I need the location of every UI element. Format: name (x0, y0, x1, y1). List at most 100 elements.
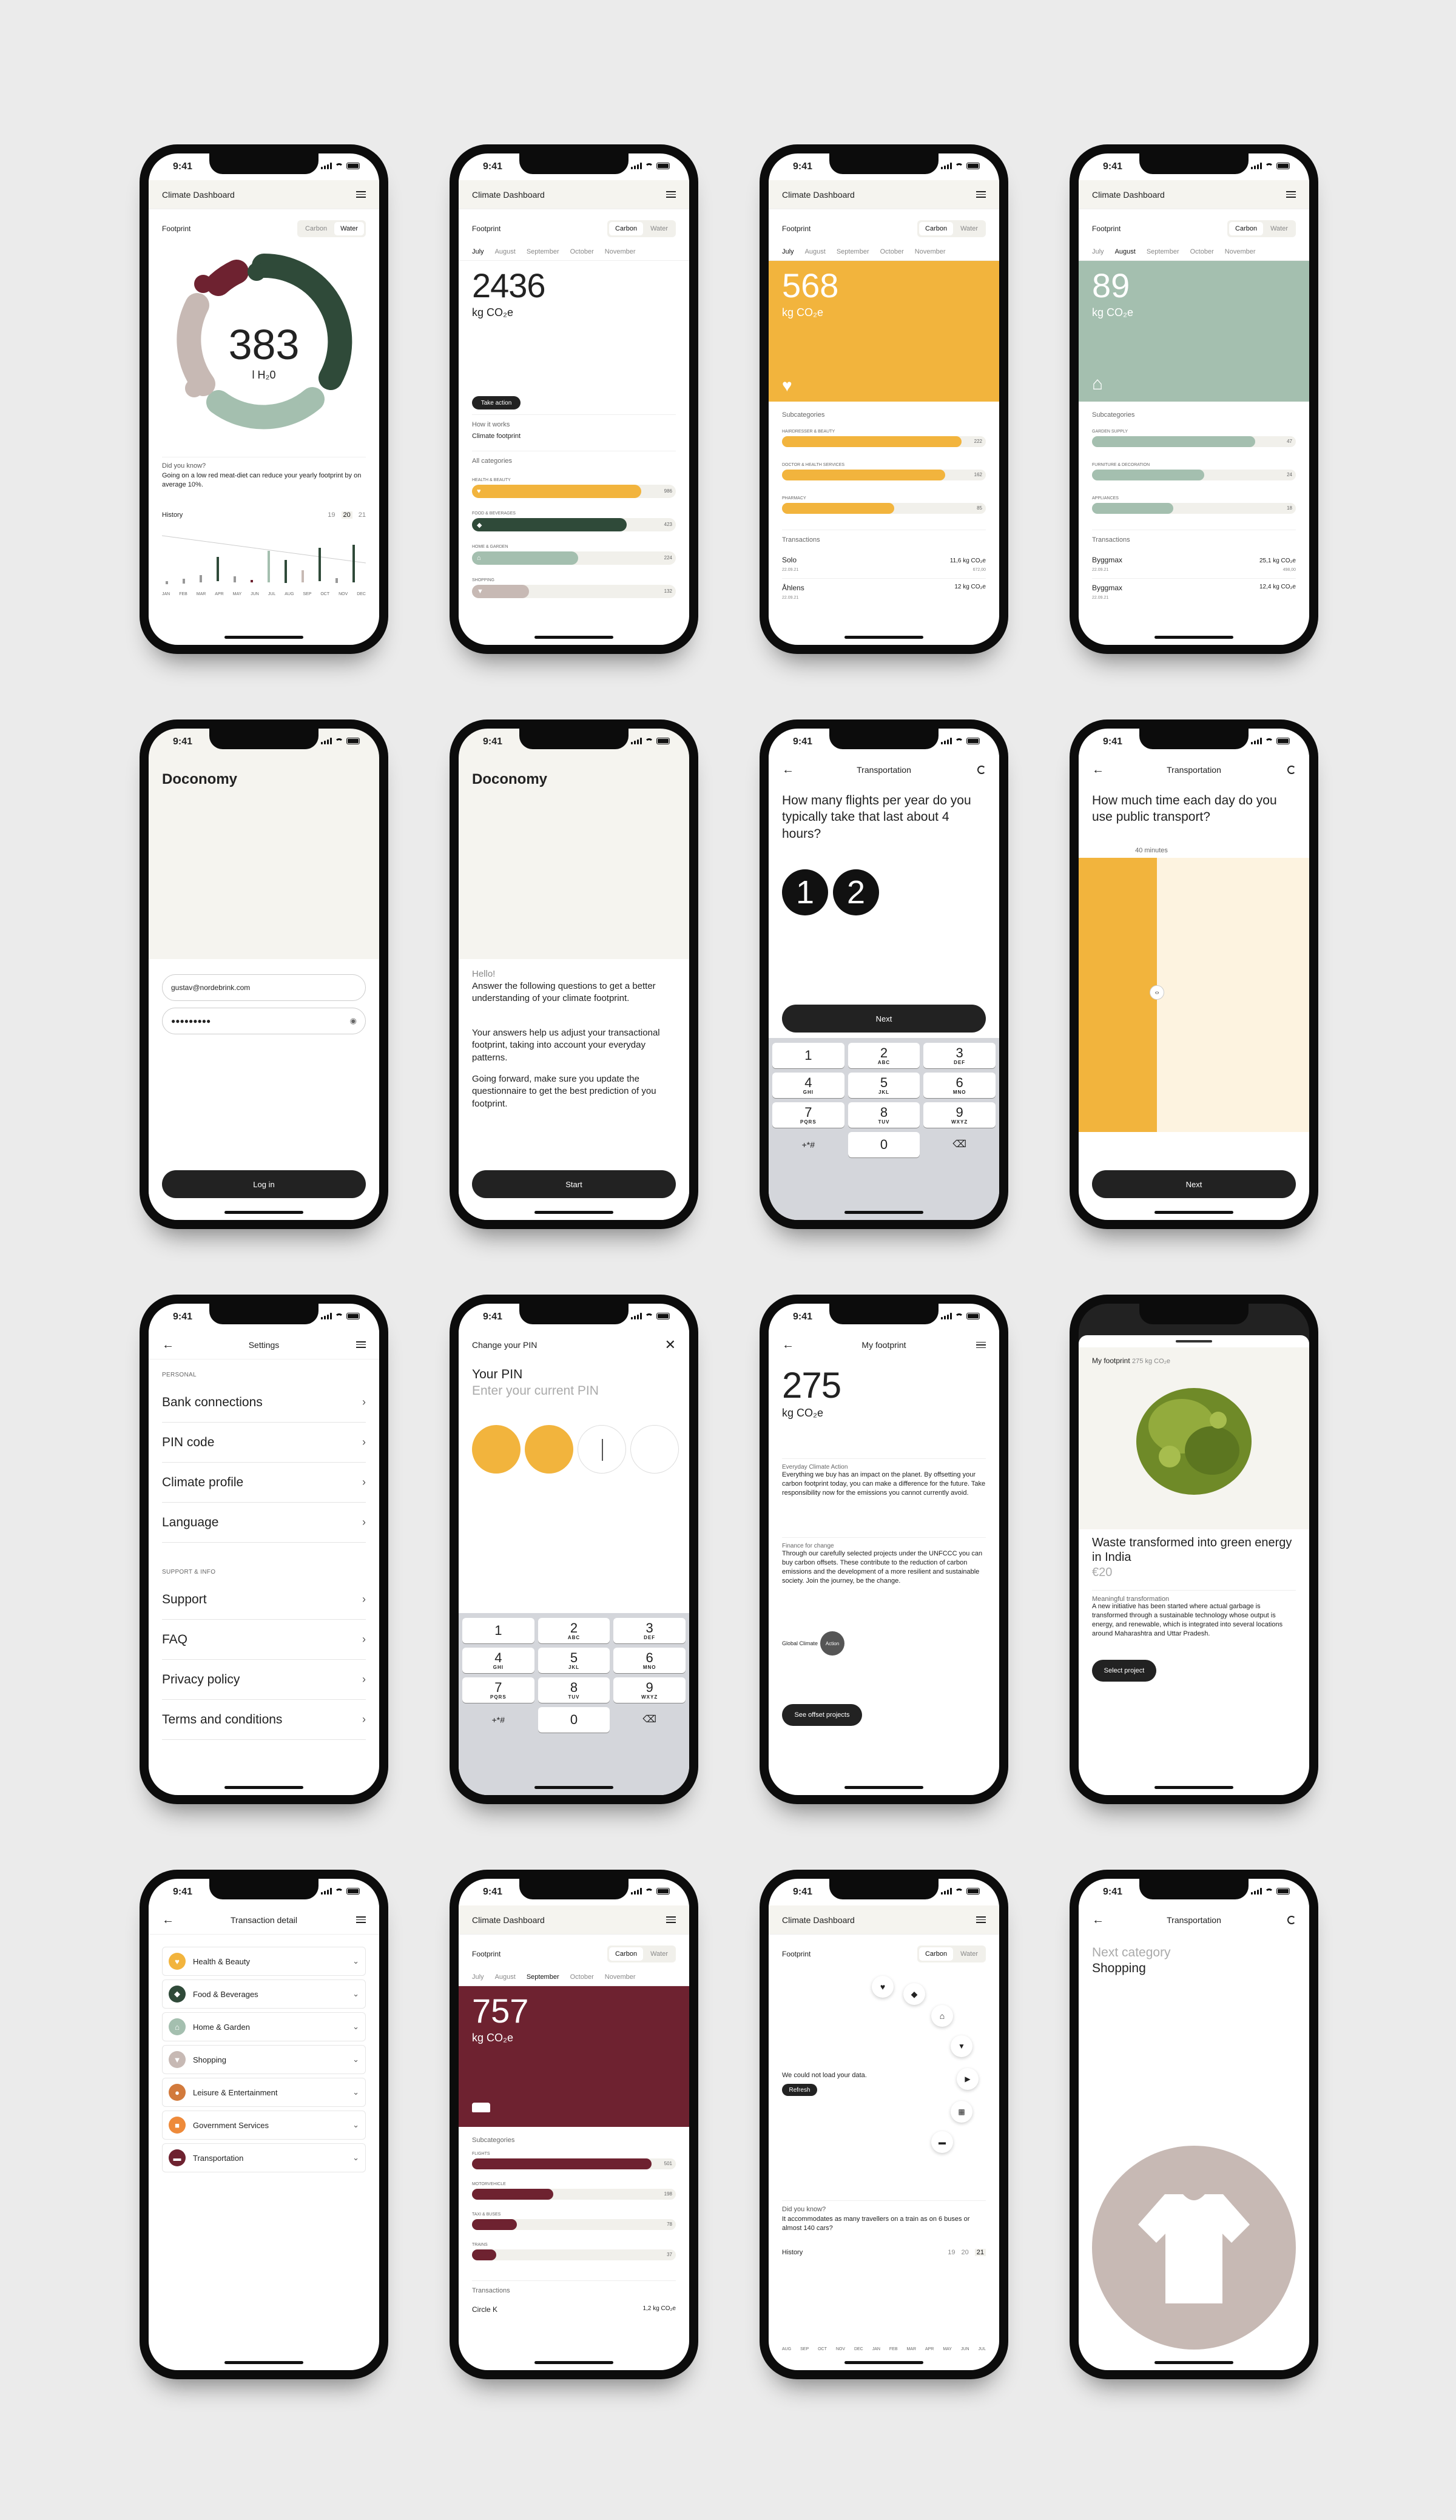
slider-handle-icon[interactable]: ‹› (1150, 985, 1165, 1000)
menu-icon[interactable] (976, 1916, 986, 1923)
key-7[interactable]: 7 PQRS (462, 1677, 534, 1703)
water-tab[interactable]: Water (644, 1947, 674, 1961)
key-3[interactable]: 3 DEF (923, 1043, 996, 1068)
water-tab[interactable]: Water (954, 222, 984, 235)
tab-october[interactable]: October (1190, 248, 1214, 255)
next-button[interactable]: Next (782, 1005, 986, 1033)
subcategory-bar[interactable]: TRAINS 37 (472, 2243, 676, 2260)
key-4[interactable]: 4 GHI (462, 1648, 534, 1673)
subcategory-bar[interactable]: GARDEN SUPPLY 47 (1092, 430, 1296, 447)
sheet-grabber[interactable] (1176, 1340, 1212, 1343)
key-1[interactable]: 1 (462, 1618, 534, 1643)
carbon-water-toggle[interactable]: Carbon Water (917, 1946, 986, 1962)
settings-item-privacy[interactable]: Privacy policy › (162, 1660, 366, 1700)
login-button[interactable]: Log in (162, 1170, 366, 1198)
select-project-button[interactable]: Select project (1092, 1660, 1156, 1682)
key-6[interactable]: 6 MNO (613, 1648, 686, 1673)
settings-item-profile[interactable]: Climate profile › (162, 1463, 366, 1503)
category-bar[interactable]: HEALTH & BEAUTY ♥ 986 (472, 478, 676, 498)
carbon-tab[interactable]: Carbon (918, 222, 954, 235)
subcategory-bar[interactable]: FLIGHTS 501 (472, 2152, 676, 2169)
tab-november[interactable]: November (1225, 248, 1256, 255)
key-4[interactable]: 4 GHI (772, 1073, 844, 1098)
category-row[interactable]: ◆ Food & Beverages ⌄ (162, 1979, 366, 2009)
key-symbols[interactable]: +*# (772, 1132, 844, 1157)
water-tab[interactable]: Water (334, 222, 364, 235)
category-row[interactable]: ♥ Health & Beauty ⌄ (162, 1947, 366, 1976)
tab-august[interactable]: August (805, 248, 826, 255)
category-row[interactable]: ■ Government Services ⌄ (162, 2111, 366, 2140)
category-bar[interactable]: SHOPPING ▼ 132 (472, 578, 676, 598)
settings-item-faq[interactable]: FAQ › (162, 1620, 366, 1660)
key-5[interactable]: 5 JKL (848, 1073, 920, 1098)
category-row[interactable]: ▼ Shopping ⌄ (162, 2045, 366, 2074)
year-19[interactable]: 19 (948, 2249, 955, 2256)
tab-october[interactable]: October (570, 1973, 594, 1981)
key-8[interactable]: 8 TUV (848, 1102, 920, 1128)
carbon-water-toggle[interactable]: Carbon Water (607, 220, 676, 237)
category-row[interactable]: ● Leisure & Entertainment ⌄ (162, 2078, 366, 2107)
carbon-water-toggle[interactable]: Carbon Water (917, 220, 986, 237)
key-5[interactable]: 5 JKL (538, 1648, 610, 1673)
key-8[interactable]: 8 TUV (538, 1677, 610, 1703)
tab-september[interactable]: September (527, 248, 559, 255)
email-field[interactable]: gustav@nordebrink.com (162, 974, 366, 1001)
see-offset-projects-button[interactable]: See offset projects (782, 1704, 862, 1726)
transaction-row[interactable]: Byggmax 22.09.21 12,4 kg CO₂e (1092, 578, 1296, 601)
transaction-row[interactable]: Solo 22.09.21 11,6 kg CO₂e 672,00 (782, 551, 986, 573)
key-3[interactable]: 3 DEF (613, 1618, 686, 1643)
time-slider[interactable]: ‹› (1079, 858, 1309, 1132)
category-bar[interactable]: FOOD & BEVERAGES ◆ 423 (472, 511, 676, 531)
tab-october[interactable]: October (880, 248, 904, 255)
subcategory-bar[interactable]: APPLIANCES 18 (1092, 496, 1296, 514)
tab-august[interactable]: August (495, 1973, 516, 1981)
key-symbols[interactable]: +*# (462, 1707, 534, 1733)
backspace-icon[interactable]: ⌫ (613, 1707, 686, 1733)
backspace-icon[interactable]: ⌫ (923, 1132, 996, 1157)
eye-icon[interactable]: ◉ (350, 1016, 357, 1026)
menu-icon[interactable] (356, 191, 366, 198)
tab-august[interactable]: August (1115, 248, 1136, 255)
subcategory-bar[interactable]: MOTORVEHICLE 198 (472, 2182, 676, 2200)
key-9[interactable]: 9 WXYZ (613, 1677, 686, 1703)
key-9[interactable]: 9 WXYZ (923, 1102, 996, 1128)
transaction-row[interactable]: Åhlens 22.09.21 12 kg CO₂e (782, 578, 986, 601)
year-21[interactable]: 21 (359, 511, 366, 519)
carbon-water-toggle[interactable]: Carbon Water (1227, 220, 1296, 237)
year-21[interactable]: 21 (974, 2249, 986, 2256)
tab-september[interactable]: September (527, 1973, 559, 1981)
how-it-works-link[interactable]: How it works (472, 414, 676, 428)
category-bar[interactable]: HOME & GARDEN ⌂ 224 (472, 545, 676, 565)
category-row[interactable]: ▬ Transportation ⌄ (162, 2143, 366, 2172)
subcategory-bar[interactable]: TAXI & BUSES 78 (472, 2212, 676, 2230)
tab-july[interactable]: July (472, 248, 484, 255)
settings-item-terms[interactable]: Terms and conditions › (162, 1700, 366, 1740)
category-row[interactable]: ⌂ Home & Garden ⌄ (162, 2012, 366, 2041)
carbon-tab[interactable]: Carbon (918, 1947, 954, 1961)
take-action-button[interactable]: Take action (472, 396, 521, 409)
water-tab[interactable]: Water (954, 1947, 984, 1961)
tab-july[interactable]: July (1092, 248, 1104, 255)
settings-item-language[interactable]: Language › (162, 1503, 366, 1543)
password-field[interactable]: ●●●●●●●●● ◉ (162, 1008, 366, 1034)
tab-july[interactable]: July (782, 248, 794, 255)
carbon-tab[interactable]: Carbon (1228, 222, 1264, 235)
key-2[interactable]: 2 ABC (538, 1618, 610, 1643)
year-19[interactable]: 19 (328, 511, 335, 519)
tab-november[interactable]: November (915, 248, 946, 255)
tab-november[interactable]: November (605, 1973, 636, 1981)
transaction-row[interactable]: Circle K 1,2 kg CO₂e (472, 2300, 676, 2314)
tab-july[interactable]: July (472, 1973, 484, 1981)
key-2[interactable]: 2 ABC (848, 1043, 920, 1068)
settings-item-support[interactable]: Support › (162, 1580, 366, 1620)
year-20[interactable]: 20 (341, 511, 352, 519)
next-button[interactable]: Next (1092, 1170, 1296, 1198)
menu-icon[interactable] (1286, 191, 1296, 198)
tab-august[interactable]: August (495, 248, 516, 255)
key-6[interactable]: 6 MNO (923, 1073, 996, 1098)
carbon-tab[interactable]: Carbon (299, 222, 333, 235)
key-0[interactable]: 0 (538, 1707, 610, 1733)
close-icon[interactable]: ✕ (665, 1337, 676, 1353)
refresh-button[interactable]: Refresh (782, 2084, 817, 2096)
subcategory-bar[interactable]: DOCTOR & HEALTH SERVICES 162 (782, 463, 986, 480)
